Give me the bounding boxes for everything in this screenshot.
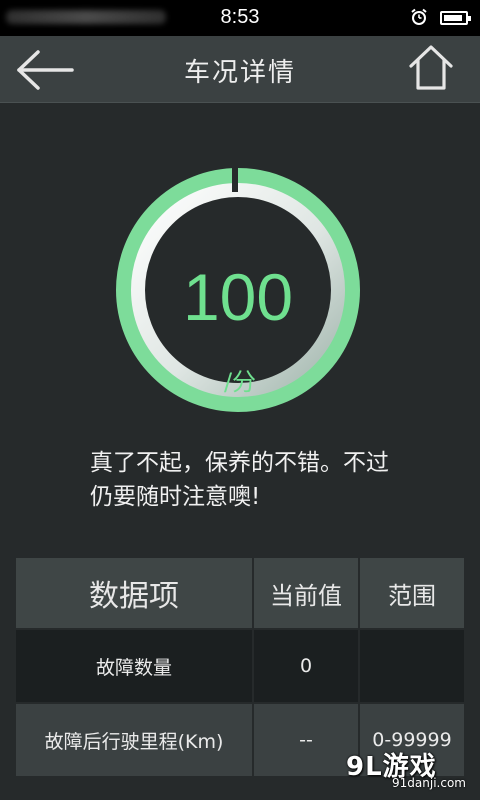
table-cell: 故障后行驶里程(Km)	[16, 704, 254, 778]
table-cell: 0	[254, 630, 360, 704]
score-unit: /分	[223, 368, 257, 396]
column-header-range: 范围	[360, 558, 464, 630]
column-header-current: 当前值	[254, 558, 360, 630]
battery-icon	[440, 11, 471, 25]
home-icon[interactable]	[408, 44, 454, 92]
table-cell: --	[254, 704, 360, 778]
alarm-icon	[411, 8, 427, 25]
watermark-site: 91danji.com	[392, 776, 466, 790]
table-cell: 故障数量	[16, 630, 254, 704]
score-value: 100	[182, 260, 294, 334]
site-watermark: 9L游戏 91danji.com	[346, 744, 472, 794]
app-header: 车况详情	[0, 36, 480, 103]
status-bar: 8:53	[0, 0, 480, 36]
status-message: 真了不起，保养的不错。不过仍要随时注意噢!	[90, 450, 389, 510]
table-cell	[360, 630, 464, 704]
table-row: 故障数量 0	[16, 630, 464, 704]
table-header-row: 数据项 当前值 范围	[16, 558, 464, 630]
column-header-item: 数据项	[16, 558, 254, 630]
status-time: 8:53	[220, 6, 260, 28]
